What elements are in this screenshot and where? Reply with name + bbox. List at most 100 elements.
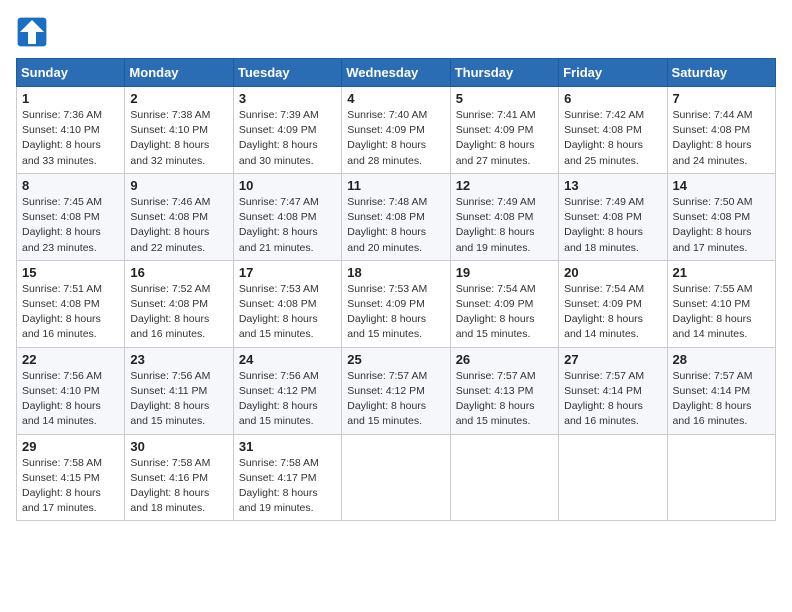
sunrise-label: Sunrise: 7:57 AM: [564, 370, 644, 382]
day-number: 21: [673, 265, 770, 280]
calendar-cell: 15 Sunrise: 7:51 AM Sunset: 4:08 PM Dayl…: [17, 260, 125, 347]
day-number: 7: [673, 91, 770, 106]
weekday-header-thursday: Thursday: [450, 59, 558, 87]
sunset-label: Sunset: 4:17 PM: [239, 472, 317, 484]
calendar-cell: 7 Sunrise: 7:44 AM Sunset: 4:08 PM Dayli…: [667, 87, 775, 174]
sunset-label: Sunset: 4:10 PM: [130, 124, 208, 136]
day-info: Sunrise: 7:53 AM Sunset: 4:08 PM Dayligh…: [239, 282, 336, 343]
sunrise-label: Sunrise: 7:48 AM: [347, 196, 427, 208]
day-number: 14: [673, 178, 770, 193]
sunset-label: Sunset: 4:09 PM: [456, 298, 534, 310]
sunset-label: Sunset: 4:09 PM: [564, 298, 642, 310]
weekday-header-friday: Friday: [559, 59, 667, 87]
sunset-label: Sunset: 4:10 PM: [673, 298, 751, 310]
calendar-cell: 16 Sunrise: 7:52 AM Sunset: 4:08 PM Dayl…: [125, 260, 233, 347]
sunrise-label: Sunrise: 7:36 AM: [22, 109, 102, 121]
daylight-label: Daylight: 8 hours and 14 minutes.: [564, 313, 643, 340]
day-info: Sunrise: 7:56 AM Sunset: 4:12 PM Dayligh…: [239, 369, 336, 430]
calendar-cell: 20 Sunrise: 7:54 AM Sunset: 4:09 PM Dayl…: [559, 260, 667, 347]
sunrise-label: Sunrise: 7:45 AM: [22, 196, 102, 208]
weekday-header-monday: Monday: [125, 59, 233, 87]
daylight-label: Daylight: 8 hours and 15 minutes.: [239, 400, 318, 427]
daylight-label: Daylight: 8 hours and 19 minutes.: [456, 226, 535, 253]
day-info: Sunrise: 7:58 AM Sunset: 4:16 PM Dayligh…: [130, 456, 227, 517]
day-info: Sunrise: 7:36 AM Sunset: 4:10 PM Dayligh…: [22, 108, 119, 169]
sunrise-label: Sunrise: 7:55 AM: [673, 283, 753, 295]
daylight-label: Daylight: 8 hours and 15 minutes.: [347, 400, 426, 427]
daylight-label: Daylight: 8 hours and 15 minutes.: [347, 313, 426, 340]
day-number: 16: [130, 265, 227, 280]
calendar-cell: 2 Sunrise: 7:38 AM Sunset: 4:10 PM Dayli…: [125, 87, 233, 174]
daylight-label: Daylight: 8 hours and 16 minutes.: [22, 313, 101, 340]
daylight-label: Daylight: 8 hours and 27 minutes.: [456, 139, 535, 166]
day-info: Sunrise: 7:57 AM Sunset: 4:13 PM Dayligh…: [456, 369, 553, 430]
daylight-label: Daylight: 8 hours and 32 minutes.: [130, 139, 209, 166]
sunrise-label: Sunrise: 7:41 AM: [456, 109, 536, 121]
daylight-label: Daylight: 8 hours and 33 minutes.: [22, 139, 101, 166]
day-number: 22: [22, 352, 119, 367]
day-number: 9: [130, 178, 227, 193]
day-info: Sunrise: 7:58 AM Sunset: 4:15 PM Dayligh…: [22, 456, 119, 517]
day-number: 29: [22, 439, 119, 454]
calendar-cell: 1 Sunrise: 7:36 AM Sunset: 4:10 PM Dayli…: [17, 87, 125, 174]
calendar-week-row: 1 Sunrise: 7:36 AM Sunset: 4:10 PM Dayli…: [17, 87, 776, 174]
calendar-cell: [450, 434, 558, 521]
sunset-label: Sunset: 4:08 PM: [456, 211, 534, 223]
daylight-label: Daylight: 8 hours and 25 minutes.: [564, 139, 643, 166]
daylight-label: Daylight: 8 hours and 14 minutes.: [22, 400, 101, 427]
sunrise-label: Sunrise: 7:54 AM: [456, 283, 536, 295]
sunrise-label: Sunrise: 7:57 AM: [673, 370, 753, 382]
sunrise-label: Sunrise: 7:38 AM: [130, 109, 210, 121]
daylight-label: Daylight: 8 hours and 17 minutes.: [673, 226, 752, 253]
calendar-cell: 26 Sunrise: 7:57 AM Sunset: 4:13 PM Dayl…: [450, 347, 558, 434]
daylight-label: Daylight: 8 hours and 14 minutes.: [673, 313, 752, 340]
daylight-label: Daylight: 8 hours and 21 minutes.: [239, 226, 318, 253]
sunrise-label: Sunrise: 7:57 AM: [347, 370, 427, 382]
calendar-cell: 27 Sunrise: 7:57 AM Sunset: 4:14 PM Dayl…: [559, 347, 667, 434]
calendar-cell: [667, 434, 775, 521]
logo: [16, 16, 52, 48]
day-info: Sunrise: 7:50 AM Sunset: 4:08 PM Dayligh…: [673, 195, 770, 256]
day-number: 17: [239, 265, 336, 280]
sunrise-label: Sunrise: 7:39 AM: [239, 109, 319, 121]
day-info: Sunrise: 7:57 AM Sunset: 4:14 PM Dayligh…: [564, 369, 661, 430]
calendar-cell: 30 Sunrise: 7:58 AM Sunset: 4:16 PM Dayl…: [125, 434, 233, 521]
sunset-label: Sunset: 4:11 PM: [130, 385, 207, 397]
day-info: Sunrise: 7:47 AM Sunset: 4:08 PM Dayligh…: [239, 195, 336, 256]
sunset-label: Sunset: 4:09 PM: [347, 124, 425, 136]
day-number: 11: [347, 178, 444, 193]
calendar-cell: [342, 434, 450, 521]
sunrise-label: Sunrise: 7:46 AM: [130, 196, 210, 208]
daylight-label: Daylight: 8 hours and 15 minutes.: [130, 400, 209, 427]
day-number: 23: [130, 352, 227, 367]
daylight-label: Daylight: 8 hours and 17 minutes.: [22, 487, 101, 514]
sunset-label: Sunset: 4:14 PM: [564, 385, 642, 397]
calendar-week-row: 29 Sunrise: 7:58 AM Sunset: 4:15 PM Dayl…: [17, 434, 776, 521]
sunrise-label: Sunrise: 7:49 AM: [564, 196, 644, 208]
sunset-label: Sunset: 4:08 PM: [130, 211, 208, 223]
day-info: Sunrise: 7:58 AM Sunset: 4:17 PM Dayligh…: [239, 456, 336, 517]
sunset-label: Sunset: 4:13 PM: [456, 385, 534, 397]
day-number: 24: [239, 352, 336, 367]
sunrise-label: Sunrise: 7:52 AM: [130, 283, 210, 295]
calendar-cell: 19 Sunrise: 7:54 AM Sunset: 4:09 PM Dayl…: [450, 260, 558, 347]
calendar-cell: 21 Sunrise: 7:55 AM Sunset: 4:10 PM Dayl…: [667, 260, 775, 347]
day-number: 3: [239, 91, 336, 106]
sunrise-label: Sunrise: 7:42 AM: [564, 109, 644, 121]
sunrise-label: Sunrise: 7:56 AM: [239, 370, 319, 382]
day-info: Sunrise: 7:41 AM Sunset: 4:09 PM Dayligh…: [456, 108, 553, 169]
day-info: Sunrise: 7:48 AM Sunset: 4:08 PM Dayligh…: [347, 195, 444, 256]
sunrise-label: Sunrise: 7:56 AM: [22, 370, 102, 382]
daylight-label: Daylight: 8 hours and 24 minutes.: [673, 139, 752, 166]
daylight-label: Daylight: 8 hours and 19 minutes.: [239, 487, 318, 514]
sunrise-label: Sunrise: 7:49 AM: [456, 196, 536, 208]
sunset-label: Sunset: 4:12 PM: [239, 385, 317, 397]
calendar-cell: 25 Sunrise: 7:57 AM Sunset: 4:12 PM Dayl…: [342, 347, 450, 434]
day-info: Sunrise: 7:38 AM Sunset: 4:10 PM Dayligh…: [130, 108, 227, 169]
daylight-label: Daylight: 8 hours and 20 minutes.: [347, 226, 426, 253]
calendar-cell: 18 Sunrise: 7:53 AM Sunset: 4:09 PM Dayl…: [342, 260, 450, 347]
daylight-label: Daylight: 8 hours and 18 minutes.: [564, 226, 643, 253]
day-number: 25: [347, 352, 444, 367]
day-number: 12: [456, 178, 553, 193]
weekday-header-sunday: Sunday: [17, 59, 125, 87]
